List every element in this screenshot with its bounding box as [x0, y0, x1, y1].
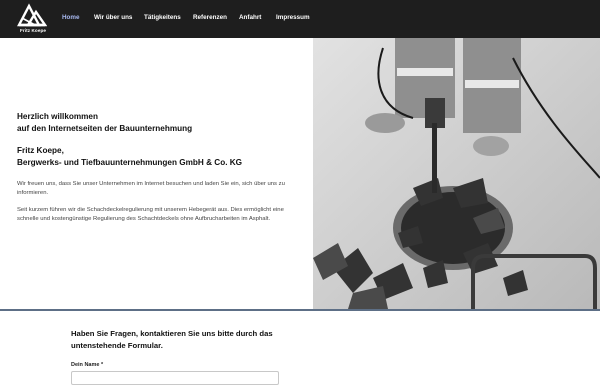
name-input[interactable] — [71, 371, 279, 385]
hero-text: Herzlich willkommen auf den Internetseit… — [17, 111, 302, 224]
top-navigation: Fritz Koepe Home Wir über uns Tätigkeite… — [0, 0, 600, 38]
name-field-label: Dein Name * — [71, 362, 104, 368]
nav-item-activities[interactable]: Tätigkeitens — [144, 14, 181, 21]
welcome-line-1: Herzlich willkommen — [17, 112, 98, 121]
nav-item-references[interactable]: Referenzen — [193, 14, 227, 21]
section-divider — [0, 309, 600, 311]
logo[interactable]: Fritz Koepe — [13, 3, 51, 36]
company-line-2: Bergwerks- und Tiefbauunternehmungen Gmb… — [17, 158, 243, 167]
company-heading: Fritz Koepe, Bergwerks- und Tiefbauunter… — [17, 145, 302, 169]
nav-item-home[interactable]: Home — [62, 14, 80, 21]
logo-mountain-icon — [17, 3, 47, 27]
contact-form-title: Haben Sie Fragen, kontaktieren Sie uns b… — [71, 329, 273, 350]
company-line-1: Fritz Koepe, — [17, 146, 64, 155]
nav-item-directions[interactable]: Anfahrt — [239, 14, 261, 21]
service-paragraph: Seit kurzem führen wir die Schachdeckelr… — [17, 207, 284, 222]
hero-photo — [313, 38, 600, 309]
brand-name: Fritz Koepe — [19, 28, 47, 33]
nav-item-about[interactable]: Wir über uns — [94, 14, 132, 21]
intro-paragraph: Wir freuen uns, dass Sie unser Unternehm… — [17, 181, 285, 196]
welcome-heading: Herzlich willkommen auf den Internetseit… — [17, 111, 302, 135]
welcome-line-2: auf den Internetseiten der Bauunternehmu… — [17, 124, 193, 133]
construction-worker-jackhammer-image — [313, 38, 600, 309]
nav-item-imprint[interactable]: Impressum — [276, 14, 310, 21]
